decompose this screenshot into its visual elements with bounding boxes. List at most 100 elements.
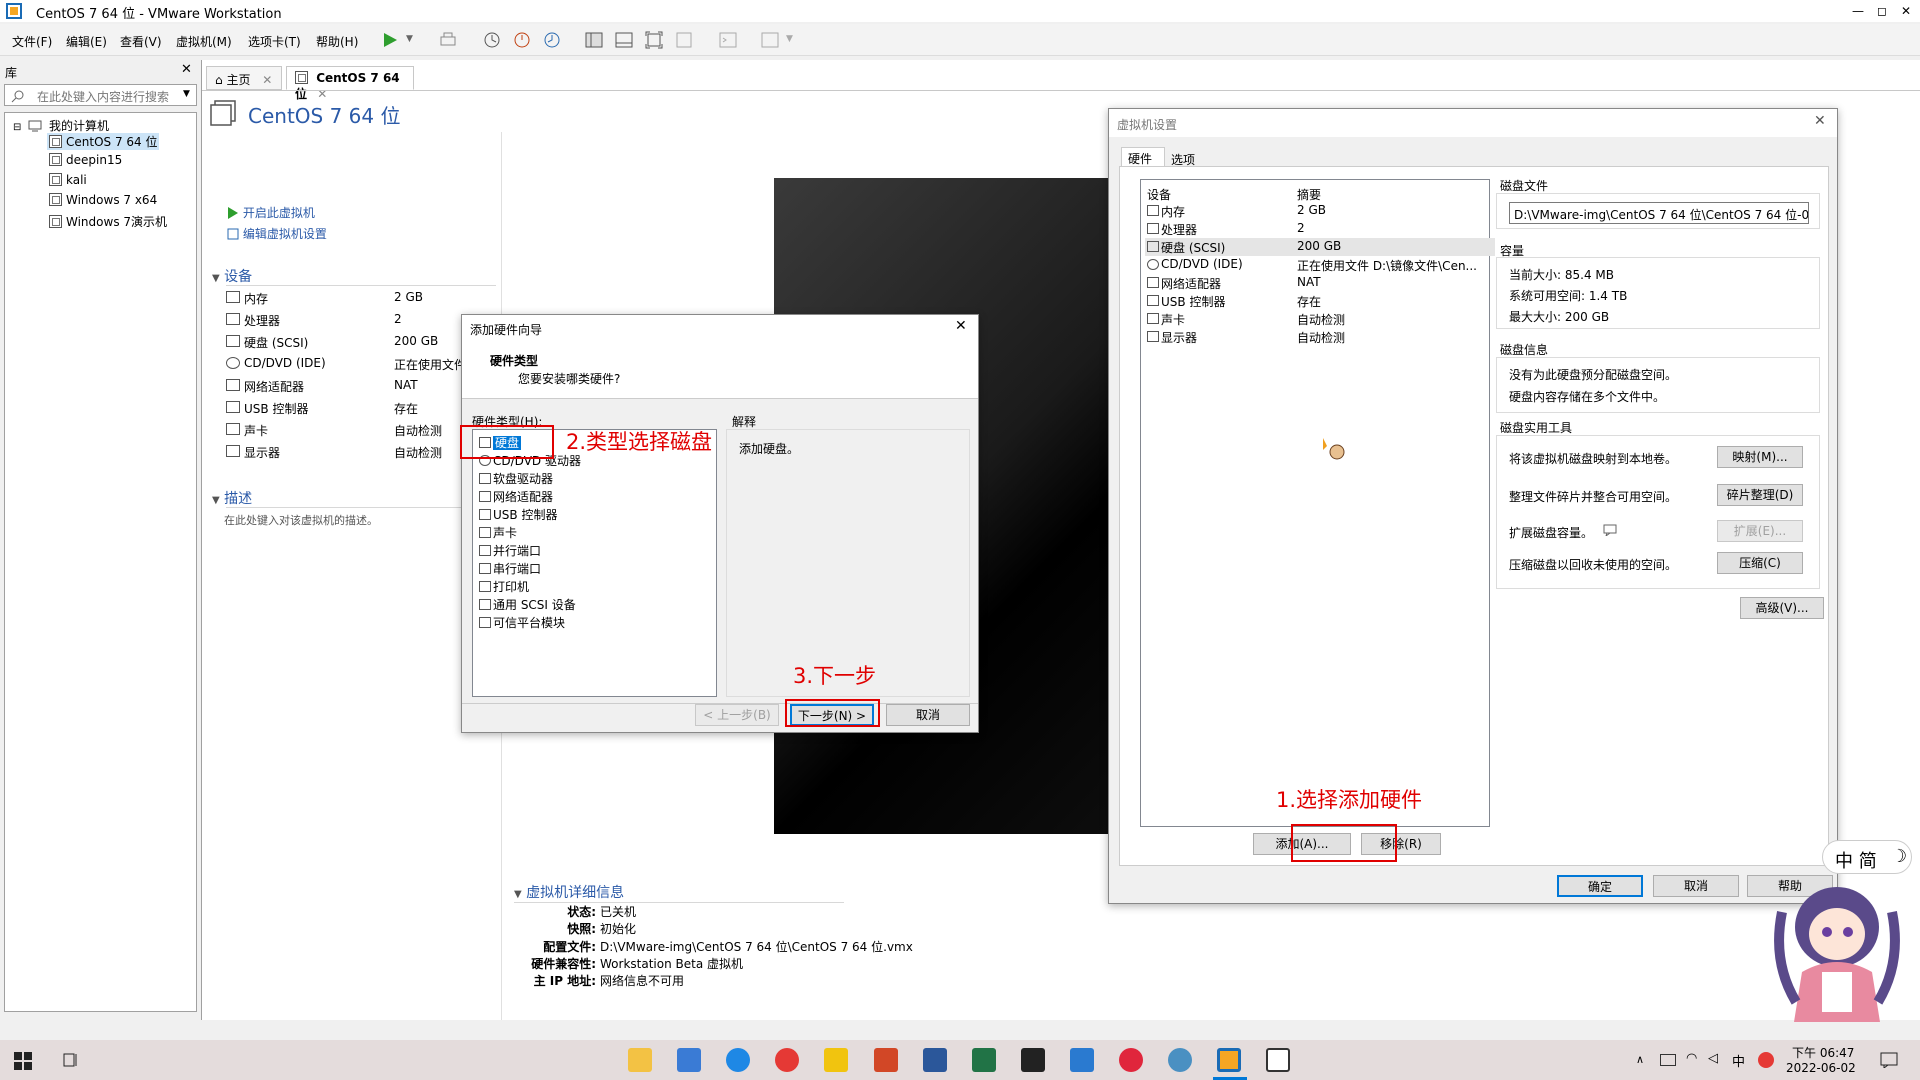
- windows-start-icon[interactable]: [14, 1052, 32, 1070]
- clock-time[interactable]: 下午 06:47: [1792, 1044, 1854, 1061]
- advanced-button[interactable]: 高级(V)...: [1740, 597, 1824, 619]
- settings-ok-button[interactable]: 确定: [1557, 875, 1643, 897]
- tray-device-icon[interactable]: [1660, 1054, 1676, 1066]
- hw-type-network[interactable]: 网络适配器: [479, 488, 553, 506]
- terminal-icon[interactable]: [1021, 1048, 1045, 1072]
- netease-music-icon[interactable]: [1119, 1048, 1143, 1072]
- hw-row-network[interactable]: 网络适配器 NAT: [1145, 274, 1495, 292]
- view-options-icon[interactable]: [760, 30, 780, 50]
- revert-snapshot-icon[interactable]: [512, 30, 532, 50]
- power-on-link[interactable]: 开启此虚拟机: [227, 204, 315, 221]
- menu-vm[interactable]: 虚拟机(M): [176, 33, 232, 50]
- menu-help[interactable]: 帮助(H): [316, 33, 358, 50]
- excel-icon[interactable]: [972, 1048, 996, 1072]
- word-icon[interactable]: [923, 1048, 947, 1072]
- close-window-button[interactable]: ✕: [1894, 0, 1918, 22]
- device-row-cpu[interactable]: 处理器 2: [226, 311, 496, 329]
- tab-home[interactable]: ⌂ 主页 ✕: [206, 66, 282, 90]
- hw-row-disk[interactable]: 硬盘 (SCSI) 200 GB: [1145, 238, 1495, 256]
- hw-row-usb[interactable]: USB 控制器 存在: [1145, 292, 1495, 310]
- typora-icon[interactable]: [1266, 1048, 1290, 1072]
- edge-icon[interactable]: [726, 1048, 750, 1072]
- defrag-button[interactable]: 碎片整理(D): [1717, 484, 1803, 506]
- favorites-icon[interactable]: [824, 1048, 848, 1072]
- maximize-button[interactable]: ◻: [1870, 0, 1894, 22]
- wizard-close-icon[interactable]: ✕: [955, 318, 967, 334]
- hw-row-cpu[interactable]: 处理器 2: [1145, 220, 1495, 238]
- tree-vm-kali[interactable]: kali: [49, 173, 87, 187]
- library-close-icon[interactable]: ✕: [181, 62, 192, 77]
- powerpoint-icon[interactable]: [874, 1048, 898, 1072]
- hw-type-tpm[interactable]: 可信平台模块: [479, 614, 565, 632]
- thumbnail-bar-icon[interactable]: [614, 30, 634, 50]
- compact-button[interactable]: 压缩(C): [1717, 552, 1803, 574]
- sogou-ime-icon[interactable]: [1758, 1052, 1774, 1068]
- tab-close-icon[interactable]: ✕: [262, 73, 272, 87]
- file-explorer-icon[interactable]: [628, 1048, 652, 1072]
- send-keys-icon[interactable]: [438, 30, 458, 50]
- device-row-memory[interactable]: 内存 2 GB: [226, 289, 496, 307]
- task-view-icon[interactable]: [62, 1052, 80, 1068]
- settings-close-icon[interactable]: ✕: [1814, 113, 1826, 129]
- show-library-icon[interactable]: [584, 30, 604, 50]
- hw-type-parallel[interactable]: 并行端口: [479, 542, 541, 560]
- input-language[interactable]: 中: [1732, 1051, 1745, 1070]
- hw-type-serial[interactable]: 串行端口: [479, 560, 541, 578]
- collapse-icon[interactable]: ⊟: [13, 122, 21, 133]
- tray-chevron-icon[interactable]: ∧: [1636, 1053, 1644, 1066]
- play-dropdown-icon[interactable]: ▼: [406, 34, 413, 44]
- vmware-taskbar-icon[interactable]: [1217, 1048, 1241, 1072]
- description-section-header[interactable]: ▼ 描述: [212, 488, 252, 508]
- wizard-cancel-button[interactable]: 取消: [886, 704, 970, 726]
- device-row-network[interactable]: 网络适配器 NAT: [226, 377, 496, 395]
- hw-type-sound[interactable]: 声卡: [479, 524, 517, 542]
- settings-cancel-button[interactable]: 取消: [1653, 875, 1739, 897]
- device-row-cdrom[interactable]: CD/DVD (IDE) 正在使用文件 D:...: [226, 355, 496, 373]
- unity-icon[interactable]: [674, 30, 694, 50]
- edit-settings-link[interactable]: 编辑虚拟机设置: [227, 225, 327, 242]
- volume-icon[interactable]: ◁: [1708, 1051, 1718, 1066]
- tree-vm-centos[interactable]: CentOS 7 64 位: [47, 133, 160, 150]
- ime-widget[interactable]: 中 简 ☽: [1822, 840, 1912, 874]
- device-row-display[interactable]: 显示器 自动检测: [226, 443, 496, 461]
- devices-section-header[interactable]: ▼ 设备: [212, 266, 252, 286]
- tree-vm-deepin[interactable]: deepin15: [49, 153, 122, 167]
- hw-row-sound[interactable]: 声卡 自动检测: [1145, 310, 1495, 328]
- map-button[interactable]: 映射(M)...: [1717, 446, 1803, 468]
- vscode-icon[interactable]: [1070, 1048, 1094, 1072]
- tree-root[interactable]: ⊟ 我的计算机: [13, 117, 109, 134]
- settings-tab-hardware[interactable]: 硬件: [1121, 147, 1165, 167]
- snapshot-manager-icon[interactable]: [542, 30, 562, 50]
- expand-button[interactable]: 扩展(E)...: [1717, 520, 1803, 542]
- menu-edit[interactable]: 编辑(E): [66, 33, 107, 50]
- menu-file[interactable]: 文件(F): [12, 33, 52, 50]
- chrome-icon[interactable]: [775, 1048, 799, 1072]
- hw-type-scsi[interactable]: 通用 SCSI 设备: [479, 596, 576, 614]
- tree-vm-win7x64[interactable]: Windows 7 x64: [49, 193, 157, 207]
- hw-row-memory[interactable]: 内存 2 GB: [1145, 202, 1495, 220]
- console-icon[interactable]: [718, 30, 738, 50]
- description-placeholder[interactable]: 在此处键入对该虚拟机的描述。: [224, 512, 378, 528]
- hw-type-usb[interactable]: USB 控制器: [479, 506, 557, 524]
- menu-view[interactable]: 查看(V): [120, 33, 162, 50]
- browser-icon[interactable]: [1168, 1048, 1192, 1072]
- wifi-icon[interactable]: ◠: [1686, 1051, 1697, 1066]
- device-row-usb[interactable]: USB 控制器 存在: [226, 399, 496, 417]
- clock-date[interactable]: 2022-06-02: [1786, 1061, 1856, 1075]
- device-row-disk[interactable]: 硬盘 (SCSI) 200 GB: [226, 333, 496, 351]
- fullscreen-icon[interactable]: [644, 30, 664, 50]
- view-dropdown-icon[interactable]: ▼: [786, 34, 793, 44]
- hw-row-display[interactable]: 显示器 自动检测: [1145, 328, 1495, 346]
- play-icon[interactable]: [380, 30, 400, 50]
- details-section-header[interactable]: ▼ 虚拟机详细信息: [514, 882, 624, 902]
- search-dropdown-icon[interactable]: ▼: [183, 89, 190, 99]
- disk-file-field[interactable]: D:\VMware-img\CentOS 7 64 位\CentOS 7 64 …: [1509, 202, 1809, 224]
- settings-tab-options[interactable]: 选项: [1165, 149, 1209, 167]
- tab-vm[interactable]: CentOS 7 64 位 ✕: [286, 66, 414, 101]
- snapshot-icon[interactable]: [482, 30, 502, 50]
- notification-center-icon[interactable]: [1880, 1052, 1898, 1068]
- store-icon[interactable]: [677, 1048, 701, 1072]
- hw-row-cdrom[interactable]: CD/DVD (IDE) 正在使用文件 D:\镜像文件\Cen...: [1145, 256, 1495, 274]
- hw-type-floppy[interactable]: 软盘驱动器: [479, 470, 553, 488]
- hw-type-printer[interactable]: 打印机: [479, 578, 529, 596]
